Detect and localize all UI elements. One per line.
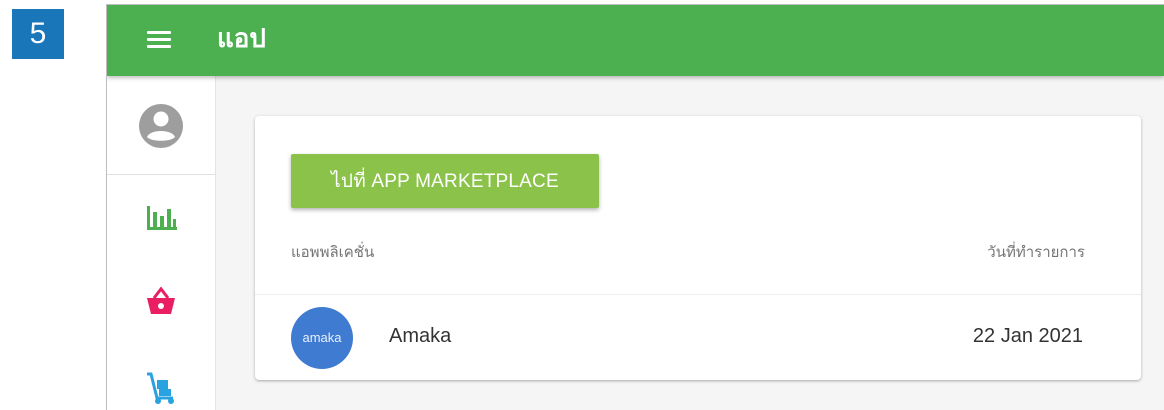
app-window: แอป ไปที่ APP MARKETPLACE แอพพลิเคชั่น ว…	[106, 4, 1164, 410]
account-circle-icon[interactable]	[137, 102, 185, 150]
hamburger-menu-icon[interactable]	[145, 29, 173, 53]
bar-chart-icon[interactable]	[141, 200, 181, 236]
page-title: แอป	[217, 24, 266, 54]
shopping-basket-icon[interactable]	[141, 284, 181, 320]
app-bar: แอป	[107, 5, 1164, 76]
step-number-badge: 5	[12, 9, 64, 59]
column-header-date: วันที่ทำรายการ	[987, 243, 1085, 261]
sidebar-divider	[107, 174, 215, 175]
app-name: Amaka	[389, 325, 452, 347]
column-header-application: แอพพลิเคชั่น	[291, 243, 375, 261]
sidebar	[107, 76, 216, 410]
apps-card: ไปที่ APP MARKETPLACE แอพพลิเคชั่น วันที…	[255, 116, 1141, 380]
app-avatar: amaka	[291, 307, 353, 369]
app-date: 22 Jan 2021	[972, 325, 1083, 347]
go-to-app-marketplace-button[interactable]: ไปที่ APP MARKETPLACE	[291, 154, 599, 208]
main-content: ไปที่ APP MARKETPLACE แอพพลิเคชั่น วันที…	[215, 76, 1164, 410]
table-row[interactable]: amaka Amaka 22 Jan 2021	[255, 295, 1141, 380]
hand-truck-icon[interactable]	[141, 368, 181, 404]
